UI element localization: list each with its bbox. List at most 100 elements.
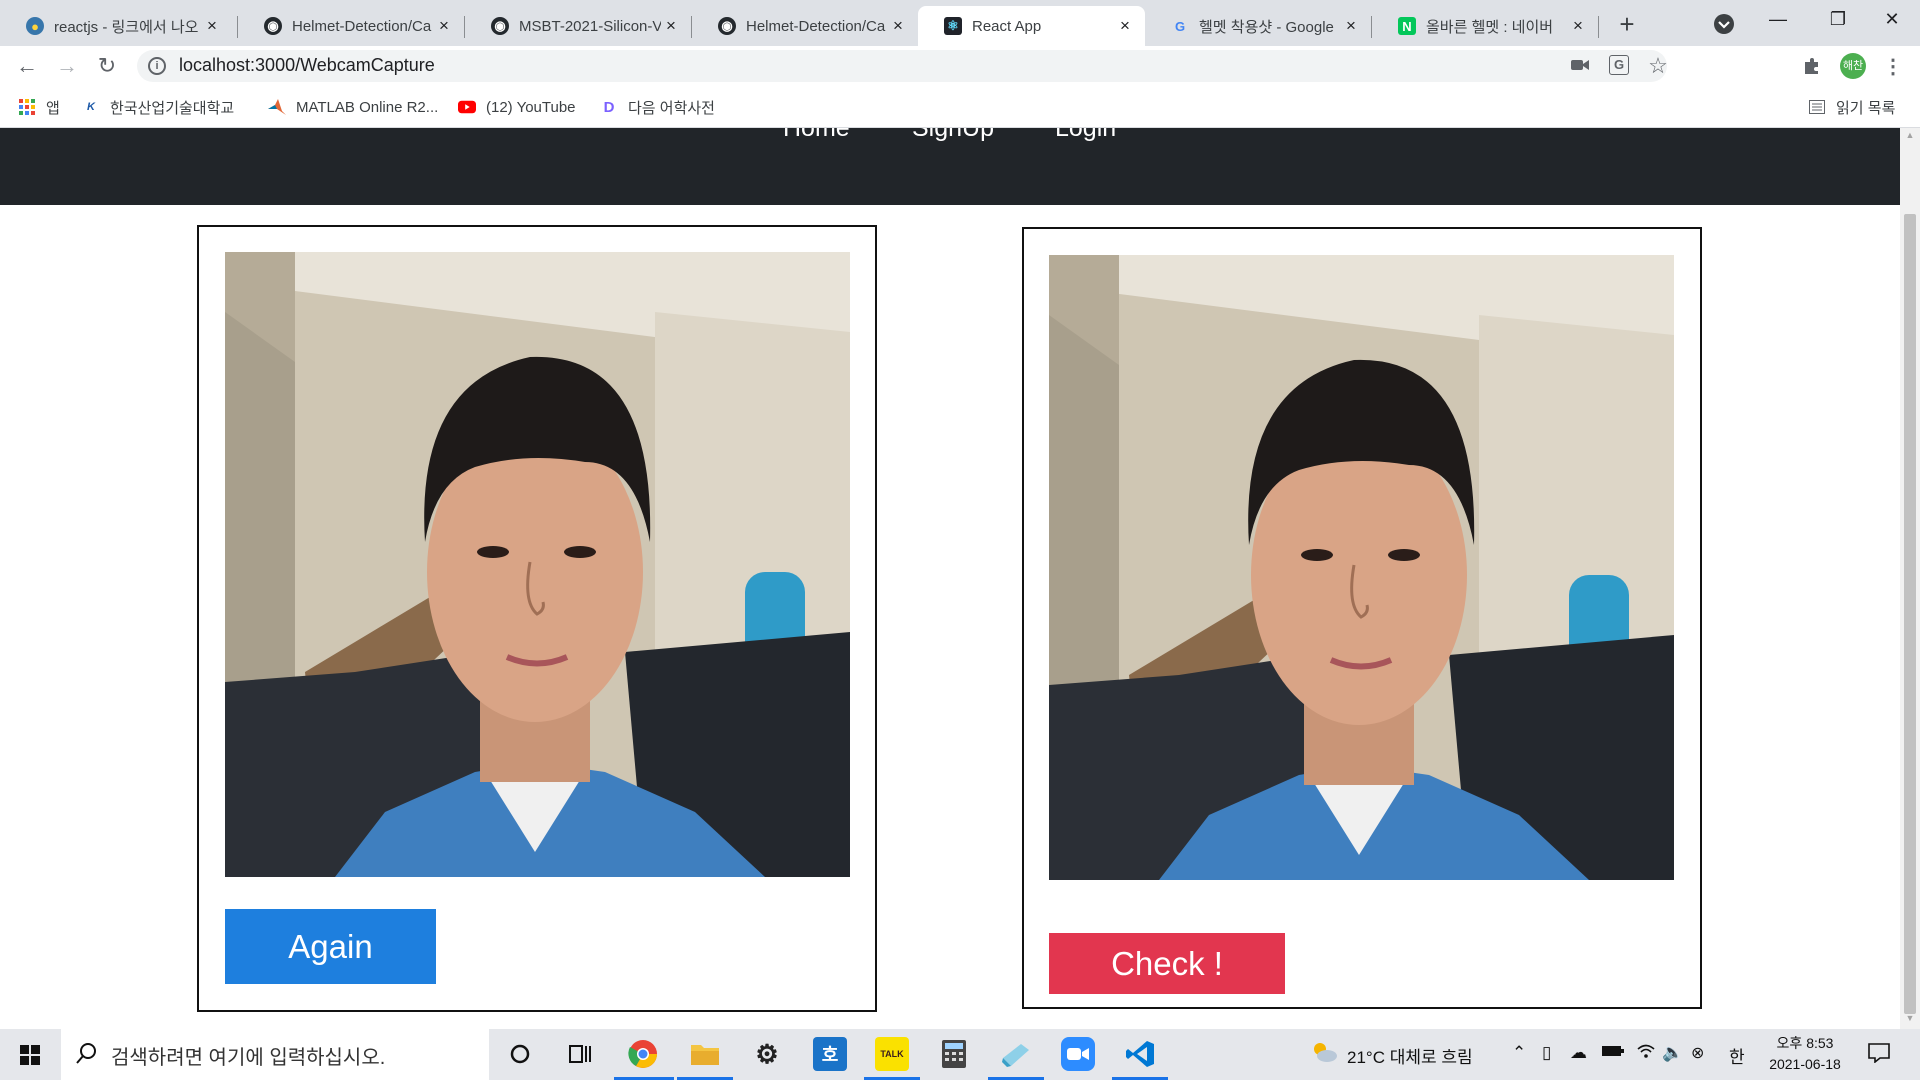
bookmark-kpu[interactable]: K 한국산업기술대학교 [82, 96, 234, 118]
daum-icon: D [603, 98, 615, 116]
bookmark-label: (12) YouTube [486, 98, 576, 116]
clock-date: 2021-06-18 [1769, 1056, 1841, 1072]
search-placeholder: 검색하려면 여기에 입력하십시오. [111, 1047, 386, 1069]
check-button[interactable]: Check ! [1049, 933, 1285, 994]
more-vert-icon[interactable]: ⋮ [1882, 56, 1904, 78]
url-text: localhost:3000/WebcamCapture [179, 55, 435, 75]
tab-label: 헬멧 착용샷 - Google [1199, 18, 1334, 36]
reading-list-icon [1808, 99, 1826, 115]
tab-reactjs[interactable]: ● reactjs - 링크에서 나오 × [0, 6, 232, 46]
apps-grid-icon [18, 99, 36, 115]
tab-helmet-detection-2[interactable]: ◉ Helmet-Detection/Ca × [692, 6, 918, 46]
kakaotalk-icon[interactable]: TALK [875, 1037, 909, 1071]
matlab-icon [268, 99, 286, 115]
notification-center-icon[interactable] [1868, 1043, 1890, 1068]
profile-avatar[interactable]: 해찬 [1840, 53, 1866, 79]
windows-start-icon[interactable] [0, 1029, 60, 1080]
restore-icon[interactable]: ❐ [1808, 0, 1868, 40]
settings-icon[interactable]: ⚙ [750, 1037, 784, 1071]
reading-list[interactable]: 읽기 목록 [1808, 96, 1895, 118]
bookmarks-bar: 앱 K 한국산업기술대학교 MATLAB Online R2... (12) Y… [0, 86, 1920, 128]
translate-icon[interactable]: G [1609, 55, 1629, 75]
react-icon: ⚛ [944, 17, 962, 35]
tab-strip: ● reactjs - 링크에서 나오 × ◉ Helmet-Detection… [0, 0, 1920, 46]
bookmark-apps[interactable]: 앱 [18, 96, 60, 118]
tab-react-app[interactable]: ⚛ React App × [918, 6, 1145, 46]
tab-label: React App [972, 17, 1042, 35]
close-icon[interactable]: × [434, 16, 454, 36]
reload-icon[interactable]: ↻ [94, 54, 120, 80]
close-icon[interactable]: × [1115, 16, 1135, 36]
page-scrollbar[interactable]: ▲ ▼ [1900, 128, 1920, 1029]
tab-google-search[interactable]: G 헬멧 착용샷 - Google × [1145, 6, 1371, 46]
site-info-icon[interactable]: i [148, 57, 166, 75]
bookmark-star-icon[interactable]: ☆ [1647, 55, 1669, 77]
tab-msbt[interactable]: ◉ MSBT-2021-Silicon-V × [465, 6, 691, 46]
close-icon[interactable]: × [1341, 16, 1361, 36]
github-icon: ◉ [264, 17, 282, 35]
nav-signup[interactable]: SignUp [912, 128, 994, 143]
browser-toolbar: ← → ↻ i localhost:3000/WebcamCapture G ☆… [0, 46, 1920, 86]
system-clock[interactable]: 오후 8:53 2021-06-18 [1760, 1033, 1850, 1075]
task-view-icon[interactable] [563, 1037, 597, 1071]
again-button[interactable]: Again [225, 909, 436, 984]
tab-label: Helmet-Detection/Ca [746, 17, 886, 35]
back-icon[interactable]: ← [14, 54, 40, 80]
tab-naver[interactable]: N 올바른 헬멧 : 네이버 × [1372, 6, 1598, 46]
extensions-icon[interactable] [1801, 56, 1823, 78]
close-icon[interactable]: × [888, 16, 908, 36]
tab-helmet-detection-1[interactable]: ◉ Helmet-Detection/Ca × [238, 6, 464, 46]
volume-icon[interactable]: 🔈 [1662, 1043, 1683, 1063]
search-icon [75, 1042, 97, 1071]
show-hidden-icons-icon[interactable]: ⌃ [1512, 1043, 1526, 1063]
no-network-icon[interactable]: ⊗ [1691, 1043, 1704, 1063]
youtube-icon [458, 99, 476, 115]
reading-list-label: 읽기 목록 [1836, 99, 1896, 117]
python-icon: ● [26, 17, 44, 35]
meet-now-icon[interactable]: ▯ [1542, 1043, 1551, 1063]
windows-taskbar: 검색하려면 여기에 입력하십시오. ⚙ 호 TALK 21°C 대체로 흐림 ⌃… [0, 1029, 1920, 1080]
tab-label: Helmet-Detection/Ca [292, 17, 432, 35]
window-close-icon[interactable]: ✕ [1862, 0, 1920, 40]
bookmark-label: MATLAB Online R2... [296, 98, 439, 116]
bookmark-daum-dictionary[interactable]: D 다음 어학사전 [600, 96, 715, 118]
tab-label: reactjs - 링크에서 나오 [54, 18, 199, 36]
chrome-icon[interactable] [626, 1037, 660, 1071]
scroll-up-icon[interactable]: ▲ [1904, 130, 1916, 142]
notepad-icon[interactable] [999, 1037, 1033, 1071]
ime-indicator[interactable]: 한 [1729, 1043, 1745, 1068]
clock-time: 오후 8:53 [1776, 1035, 1834, 1051]
minimize-icon[interactable]: — [1748, 0, 1808, 40]
vscode-icon[interactable] [1123, 1037, 1157, 1071]
battery-icon[interactable] [1602, 1043, 1624, 1063]
calculator-icon[interactable] [937, 1037, 971, 1071]
bookmark-youtube[interactable]: (12) YouTube [458, 96, 576, 118]
taskbar-search-box[interactable]: 검색하려면 여기에 입력하십시오. [61, 1029, 489, 1080]
naver-icon: N [1398, 17, 1416, 35]
tab-label: 올바른 헬멧 : 네이버 [1426, 18, 1554, 36]
cortana-icon[interactable] [503, 1037, 537, 1071]
bookmark-label: 한국산업기술대학교 [110, 99, 235, 117]
nav-login[interactable]: Login [1055, 128, 1116, 143]
close-icon[interactable]: × [202, 16, 222, 36]
weather-text[interactable]: 21°C 대체로 흐림 [1347, 1043, 1473, 1068]
onedrive-icon[interactable]: ☁ [1570, 1043, 1587, 1063]
hangul-app-icon[interactable]: 호 [813, 1037, 847, 1071]
bookmark-matlab[interactable]: MATLAB Online R2... [268, 96, 438, 118]
wifi-icon[interactable] [1637, 1043, 1655, 1064]
zoom-icon[interactable] [1061, 1037, 1095, 1071]
nav-home[interactable]: Home [783, 128, 850, 143]
close-icon[interactable]: × [661, 16, 681, 36]
scrollbar-thumb[interactable] [1904, 214, 1916, 1014]
scroll-down-icon[interactable]: ▼ [1904, 1013, 1916, 1025]
bookmark-label: 다음 어학사전 [628, 99, 715, 117]
new-tab-icon[interactable]: + [1612, 10, 1642, 40]
close-icon[interactable]: × [1568, 16, 1588, 36]
weather-icon[interactable] [1310, 1040, 1338, 1069]
file-explorer-icon[interactable] [688, 1037, 722, 1071]
bookmark-label: 앱 [46, 99, 60, 117]
forward-icon[interactable]: → [54, 54, 80, 80]
camera-icon[interactable] [1569, 55, 1591, 77]
address-bar[interactable]: i localhost:3000/WebcamCapture G ☆ [137, 50, 1669, 82]
tab-search-icon[interactable] [1710, 10, 1738, 38]
